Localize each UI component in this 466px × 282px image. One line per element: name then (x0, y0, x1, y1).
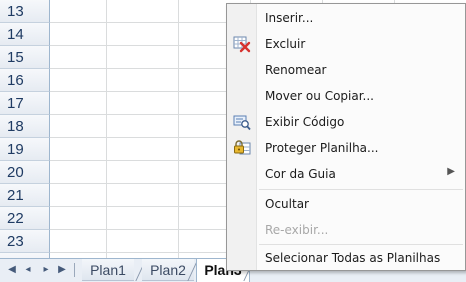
row-header[interactable]: 16 (0, 69, 50, 92)
menu-item-view-code[interactable]: Exibir Código (227, 110, 465, 135)
row-header[interactable]: 20 (0, 161, 50, 184)
menu-item-label: Inserir... (265, 11, 314, 25)
column-gridline (106, 0, 107, 258)
menu-item-delete[interactable]: Excluir (227, 32, 465, 57)
menu-item-label: Proteger Planilha... (265, 141, 379, 155)
menu-item-rename[interactable]: Renomear (227, 58, 465, 83)
first-sheet-button[interactable]: ◀ (6, 263, 18, 277)
menu-item-tab-color[interactable]: Cor da Guia ▶ (227, 162, 465, 187)
menu-item-protect-sheet[interactable]: Proteger Planilha... (227, 136, 465, 161)
menu-item-select-all-sheets[interactable]: Selecionar Todas as Planilhas (227, 246, 465, 271)
menu-item-label: Re-exibir... (265, 223, 329, 237)
delete-sheet-icon (233, 35, 251, 53)
menu-item-label: Renomear (265, 63, 327, 77)
row-header[interactable]: 17 (0, 92, 50, 115)
menu-item-label: Exibir Código (265, 115, 345, 129)
menu-item-label: Mover ou Copiar... (265, 89, 374, 103)
menu-separator (259, 189, 463, 190)
menu-item-unhide: Re-exibir... (227, 218, 465, 243)
menu-item-label: Ocultar (265, 197, 309, 211)
row-header[interactable]: 23 (0, 230, 50, 253)
tab-nav-divider (74, 263, 75, 277)
row-header[interactable]: 22 (0, 207, 50, 230)
sheet-tab-context-menu: Inserir... Excluir Renomear Mover ou Cop… (226, 3, 466, 271)
next-sheet-button[interactable]: ▸ (40, 263, 52, 277)
protect-sheet-icon (233, 139, 251, 157)
menu-item-label: Cor da Guia (265, 167, 336, 181)
menu-separator (259, 244, 463, 245)
menu-item-label: Excluir (265, 37, 306, 51)
menu-item-label: Selecionar Todas as Planilhas (265, 251, 441, 265)
tab-plan2[interactable]: Plan2 (142, 259, 194, 281)
column-gridline (178, 0, 179, 258)
row-header[interactable]: 18 (0, 115, 50, 138)
previous-sheet-button[interactable]: ◂ (22, 263, 34, 277)
tab-plan1[interactable]: Plan1 (82, 259, 134, 281)
row-header[interactable]: 19 (0, 138, 50, 161)
submenu-arrow-icon: ▶ (447, 166, 455, 177)
menu-item-move-copy[interactable]: Mover ou Copiar... (227, 84, 465, 109)
menu-item-hide[interactable]: Ocultar (227, 192, 465, 217)
row-header[interactable]: 15 (0, 46, 50, 69)
row-header[interactable]: 13 (0, 0, 50, 23)
view-code-icon (233, 113, 251, 131)
menu-item-insert[interactable]: Inserir... (227, 6, 465, 31)
last-sheet-button[interactable]: ▶ (56, 263, 68, 277)
row-header[interactable]: 21 (0, 184, 50, 207)
row-header[interactable]: 14 (0, 23, 50, 46)
